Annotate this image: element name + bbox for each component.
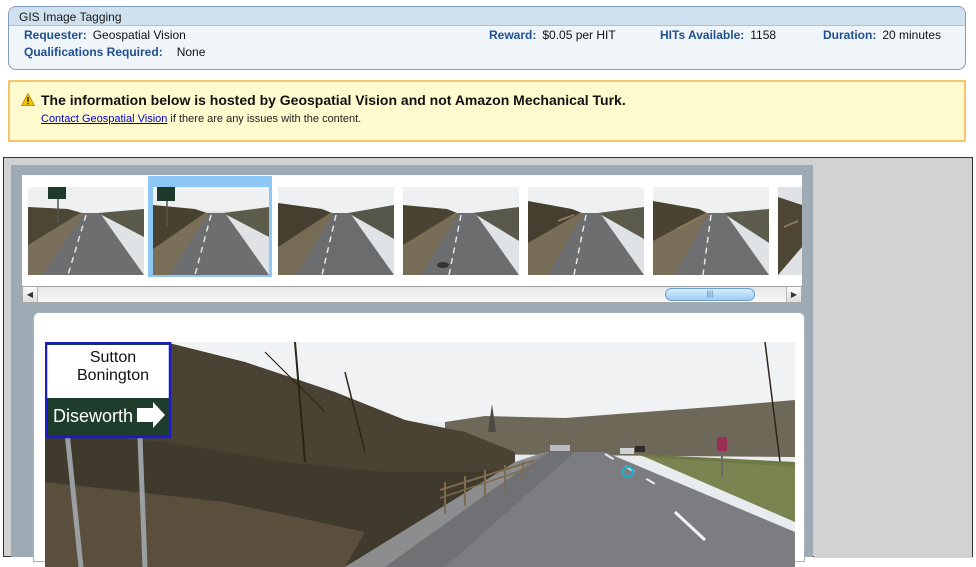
duration-label: Duration: (823, 28, 877, 42)
main-road-image[interactable]: Sutton Bonington Diseworth (45, 342, 795, 567)
road-thumbnail-image (403, 187, 519, 275)
tool-panel: ◀ |||| ▶ Sutton Bonington Diseworth (11, 165, 813, 567)
right-empty-area (814, 158, 972, 558)
hit-info-box: GIS Image Tagging Requester: Geospatial V… (8, 6, 966, 70)
thumbnail-5[interactable] (528, 187, 644, 275)
main-image-panel: Sutton Bonington Diseworth (33, 312, 805, 567)
requester-label: Requester: (24, 28, 87, 42)
hits-available-label: HITs Available: (660, 28, 745, 42)
scroll-right-icon[interactable]: ▶ (786, 287, 801, 302)
sign-line-2: Bonington (77, 367, 149, 384)
road-thumbnail-image (278, 187, 394, 275)
thumbnail-scrollbar[interactable]: ◀ |||| ▶ (22, 286, 802, 303)
scrollbar-thumb[interactable]: |||| (665, 288, 755, 301)
qualifications-row: Qualifications Required: None (24, 45, 205, 59)
hit-title: GIS Image Tagging (9, 7, 965, 26)
reward-value: $0.05 per HIT (542, 28, 616, 42)
hits-available-row: HITs Available: 1158 (660, 28, 776, 42)
warning-icon (21, 93, 35, 106)
qualifications-label: Qualifications Required: (24, 45, 163, 59)
road-scene-image: Sutton Bonington Diseworth (45, 342, 795, 567)
external-content-notice: The information below is hosted by Geosp… (8, 80, 966, 142)
contact-requester-link[interactable]: Contact Geospatial Vision (41, 113, 167, 125)
road-thumbnail-image (153, 187, 269, 275)
thumbnail-3[interactable] (278, 187, 394, 275)
notice-rest: if there are any issues with the content… (167, 113, 362, 125)
road-thumbnail-image (28, 187, 144, 275)
thumbnail-1[interactable] (28, 187, 144, 275)
sign-line-3: Diseworth (53, 406, 133, 426)
hits-available-value: 1158 (750, 28, 777, 42)
road-thumbnail-image (653, 187, 769, 275)
duration-row: Duration: 20 minutes (823, 28, 941, 42)
thumbnail-6[interactable] (653, 187, 769, 275)
thumbnail-strip (22, 175, 802, 295)
qualifications-value: None (176, 45, 206, 59)
tagging-tool-frame: ◀ |||| ▶ Sutton Bonington Diseworth (3, 157, 973, 567)
thumbnail-4[interactable] (403, 187, 519, 275)
reward-label: Reward: (489, 28, 537, 42)
scroll-left-icon[interactable]: ◀ (23, 287, 38, 302)
requester-value: Geospatial Vision (92, 28, 186, 42)
duration-value: 20 minutes (882, 28, 942, 42)
road-thumbnail-image (778, 187, 802, 275)
notice-text: Contact Geospatial Vision if there are a… (41, 113, 361, 125)
notice-title: The information below is hosted by Geosp… (41, 92, 626, 108)
sign-line-1: Sutton (90, 349, 136, 366)
road-thumbnail-image (528, 187, 644, 275)
reward-row: Reward: $0.05 per HIT (489, 28, 616, 42)
thumbnail-7[interactable] (778, 187, 802, 275)
thumbnail-2-selected[interactable] (153, 187, 269, 275)
requester-row: Requester: Geospatial Vision (24, 28, 186, 42)
